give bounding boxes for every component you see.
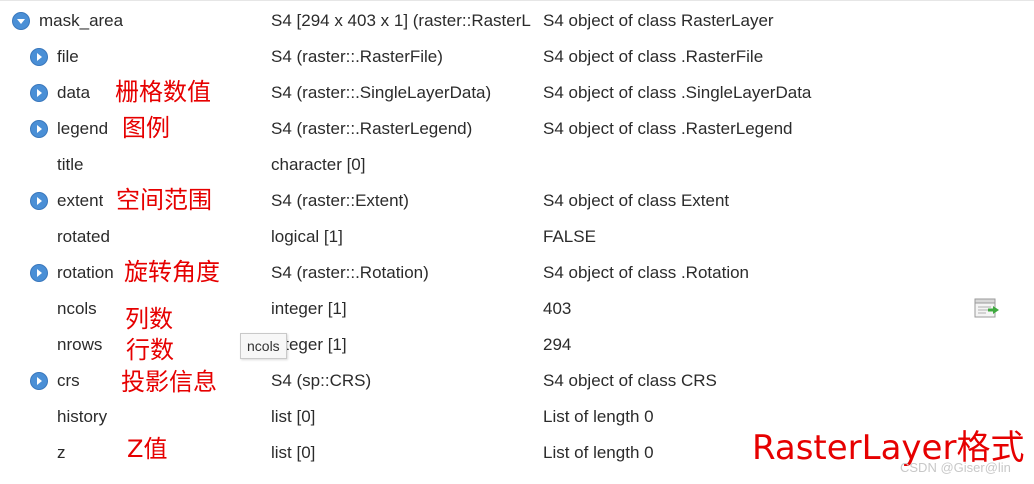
view-data-icon[interactable] (974, 297, 1000, 321)
row-value: S4 object of class .Rotation (543, 263, 750, 282)
expand-arrow-icon[interactable] (30, 84, 48, 102)
row-name: nrows (57, 335, 103, 354)
row-type: S4 (raster::.SingleLayerData) (271, 83, 492, 102)
expand-arrow-icon[interactable] (30, 120, 48, 138)
row-type: logical [1] (271, 227, 343, 246)
annotation-legend: 图例 (122, 114, 170, 142)
row-name: ncols (57, 299, 97, 318)
row-name: z (57, 443, 66, 462)
row-name: history (57, 407, 108, 426)
row-value (543, 147, 963, 183)
watermark: CSDN @Giser@lin (900, 460, 1011, 475)
tree-row-title[interactable]: title character [0] (0, 147, 1034, 183)
annotation-nrows: 行数 (126, 336, 174, 364)
row-type: integer [1] (271, 335, 347, 354)
annotation-data: 栅格数值 (115, 78, 211, 106)
top-divider (0, 0, 1034, 1)
row-type: integer [1] (271, 299, 347, 318)
annotation-crs: 投影信息 (121, 368, 217, 396)
row-type: list [0] (271, 407, 316, 426)
row-value: 403 (543, 299, 572, 318)
row-name: crs (57, 371, 80, 390)
row-name: rotated (57, 227, 110, 246)
collapse-arrow-icon[interactable] (12, 12, 30, 30)
row-type: S4 (raster::.RasterLegend) (271, 119, 473, 138)
row-value: S4 object of class .RasterFile (543, 47, 764, 66)
row-value: S4 object of class RasterLayer (543, 11, 774, 30)
tree-row-rotated[interactable]: rotated logical [1] FALSE (0, 219, 1034, 255)
row-value: 294 (543, 335, 572, 354)
row-value: S4 object of class .SingleLayerData (543, 83, 812, 102)
row-name: rotation (57, 263, 114, 282)
row-value: S4 object of class CRS (543, 371, 717, 390)
row-value: S4 object of class .RasterLegend (543, 119, 793, 138)
row-type: S4 (raster::.Rotation) (271, 263, 429, 282)
row-type: list [0] (271, 443, 316, 462)
row-value: FALSE (543, 227, 596, 246)
tooltip: ncols (240, 333, 287, 359)
expand-arrow-icon[interactable] (30, 264, 48, 282)
row-type: S4 (sp::CRS) (271, 371, 372, 390)
annotation-rotation: 旋转角度 (124, 258, 220, 286)
row-type: S4 [294 x 403 x 1] (raster::RasterL (271, 11, 531, 30)
row-type: S4 (raster::Extent) (271, 191, 409, 210)
tree-row-file[interactable]: file S4 (raster::.RasterFile) S4 object … (0, 39, 1034, 75)
expand-arrow-icon[interactable] (30, 192, 48, 210)
annotation-z: Z值 (127, 435, 168, 463)
row-value: S4 object of class Extent (543, 191, 730, 210)
row-name: extent (57, 191, 104, 210)
expand-arrow-icon[interactable] (30, 48, 48, 66)
annotation-ncols: 列数 (125, 305, 173, 333)
row-name: legend (57, 119, 109, 138)
row-type: character [0] (271, 155, 366, 174)
expand-arrow-icon[interactable] (30, 372, 48, 390)
annotation-extent: 空间范围 (116, 186, 212, 214)
tree-row-mask_area[interactable]: mask_area S4 [294 x 403 x 1] (raster::Ra… (0, 3, 1034, 39)
row-name: file (57, 47, 79, 66)
row-name: title (57, 155, 84, 174)
row-name: mask_area (39, 11, 124, 30)
row-type: S4 (raster::.RasterFile) (271, 47, 443, 66)
row-name: data (57, 83, 91, 102)
